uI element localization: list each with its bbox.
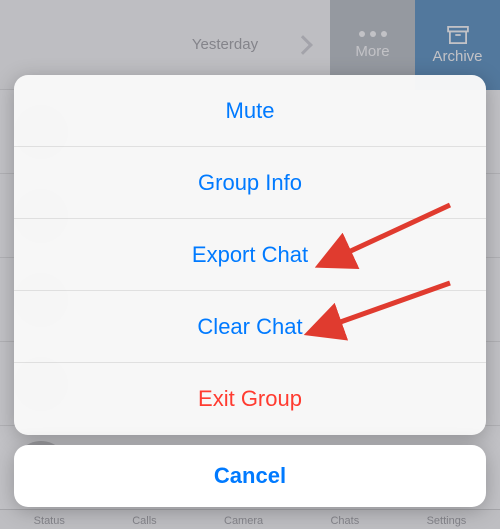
cancel-button[interactable]: Cancel [14, 445, 486, 507]
action-mute[interactable]: Mute [14, 75, 486, 147]
action-export-chat[interactable]: Export Chat [14, 219, 486, 291]
action-exit-group[interactable]: Exit Group [14, 363, 486, 435]
action-sheet: Mute Group Info Export Chat Clear Chat E… [14, 75, 486, 435]
action-sheet-container: Mute Group Info Export Chat Clear Chat E… [14, 75, 486, 507]
action-group-info[interactable]: Group Info [14, 147, 486, 219]
action-clear-chat[interactable]: Clear Chat [14, 291, 486, 363]
